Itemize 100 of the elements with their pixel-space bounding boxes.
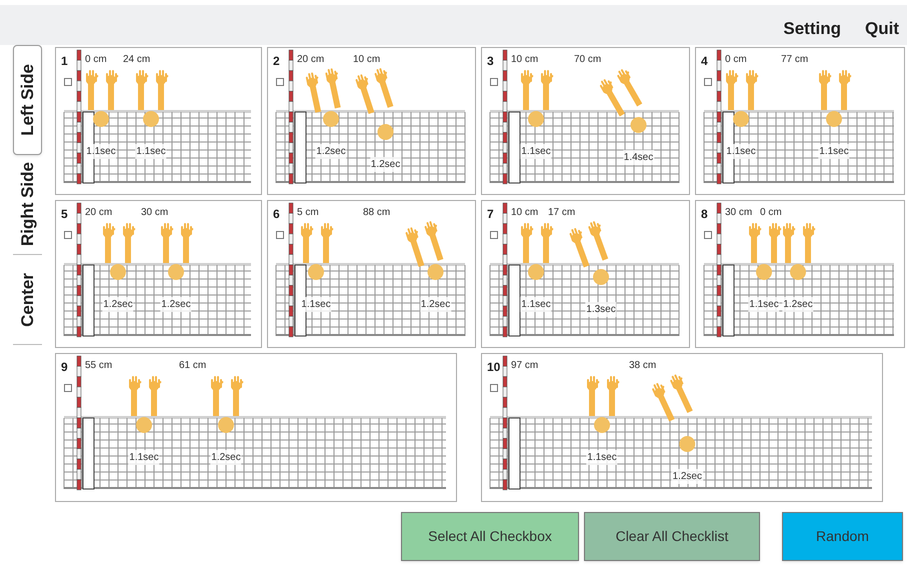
panel-number: 10 bbox=[487, 359, 500, 376]
checkbox[interactable] bbox=[490, 384, 498, 392]
action-button[interactable]: Clear All Checklist bbox=[584, 512, 760, 561]
checkbox[interactable] bbox=[64, 78, 72, 86]
distance-label: 55 cm bbox=[85, 359, 112, 373]
checkbox[interactable] bbox=[704, 78, 712, 86]
time-label: 1.2sec bbox=[160, 297, 192, 312]
ball bbox=[733, 111, 749, 127]
raised-hands-drawing bbox=[521, 223, 554, 263]
raised-hands-drawing bbox=[819, 70, 852, 110]
time-label: 1.1sec bbox=[818, 144, 850, 159]
distance-label: 70 cm bbox=[574, 53, 602, 67]
raised-hands-drawing bbox=[211, 376, 244, 416]
menu-button[interactable]: Quit bbox=[865, 16, 899, 41]
ball bbox=[826, 111, 842, 127]
ball bbox=[594, 417, 610, 433]
panel-number: 1 bbox=[61, 53, 68, 70]
raised-hands-drawing bbox=[783, 223, 816, 263]
distance-label: 77 cm bbox=[781, 53, 808, 67]
panel-number: 2 bbox=[273, 53, 280, 70]
ball bbox=[378, 124, 394, 140]
distance-label: 30 cm bbox=[725, 206, 752, 220]
ball bbox=[168, 264, 184, 280]
raised-hands-drawing bbox=[161, 223, 194, 263]
distance-label: 10 cm bbox=[353, 53, 380, 67]
side-tab[interactable]: Right Side bbox=[13, 155, 42, 255]
distance-label: 17 cm bbox=[548, 206, 576, 220]
time-label: 1.2sec bbox=[315, 144, 347, 159]
time-label: 1.4sec bbox=[622, 150, 654, 165]
distance-label: 0 cm bbox=[725, 53, 747, 67]
time-label: 1.1sec bbox=[128, 450, 160, 465]
side-tab[interactable]: Left Side bbox=[13, 45, 42, 155]
panel-number: 3 bbox=[487, 53, 494, 70]
ball bbox=[756, 264, 772, 280]
raised-hands-drawing bbox=[103, 223, 136, 263]
time-label: 1.1sec bbox=[748, 297, 780, 312]
ball bbox=[528, 111, 544, 127]
raised-hands-drawing bbox=[521, 70, 554, 110]
distance-label: 20 cm bbox=[297, 53, 324, 67]
time-label: 1.1sec bbox=[300, 297, 332, 312]
checkbox[interactable] bbox=[276, 78, 284, 86]
raised-hands-drawing bbox=[129, 376, 162, 416]
ball bbox=[528, 264, 544, 280]
time-label: 1.2sec bbox=[102, 297, 134, 312]
time-label: 1.1sec bbox=[586, 450, 618, 465]
raised-hands-drawing bbox=[136, 70, 169, 110]
panel-number: 5 bbox=[61, 206, 68, 223]
time-label: 1.2sec bbox=[672, 469, 703, 484]
ball bbox=[218, 417, 234, 433]
distance-label: 97 cm bbox=[511, 359, 538, 373]
checkbox[interactable] bbox=[490, 231, 498, 239]
raised-hands-drawing bbox=[652, 374, 693, 422]
distance-label: 38 cm bbox=[629, 359, 656, 373]
raised-hands-drawing bbox=[355, 68, 394, 114]
raised-hands-drawing bbox=[301, 223, 334, 263]
ball bbox=[630, 117, 646, 133]
time-label: 1.2sec bbox=[370, 157, 402, 172]
action-button[interactable]: Select All Checkbox bbox=[401, 512, 579, 561]
distance-label: 24 cm bbox=[123, 53, 150, 67]
distance-label: 61 cm bbox=[179, 359, 206, 373]
raised-hands-drawing bbox=[569, 220, 608, 268]
time-label: 1.2sec bbox=[782, 297, 814, 312]
raised-hands-drawing bbox=[405, 220, 444, 268]
raised-hands-drawing bbox=[726, 70, 759, 110]
time-label: 1.2sec bbox=[420, 297, 452, 312]
checkbox[interactable] bbox=[64, 231, 72, 239]
time-label: 1.2sec bbox=[210, 450, 242, 465]
ball bbox=[93, 111, 109, 127]
checkbox[interactable] bbox=[64, 384, 72, 392]
panel-number: 7 bbox=[487, 206, 494, 223]
menu-button[interactable]: Setting bbox=[783, 16, 841, 41]
time-label: 1.1sec bbox=[135, 144, 167, 159]
distance-label: 20 cm bbox=[85, 206, 112, 220]
ball bbox=[679, 436, 696, 452]
time-label: 1.1sec bbox=[85, 144, 117, 159]
raised-hands-drawing bbox=[86, 70, 119, 110]
ball bbox=[790, 264, 806, 280]
ball bbox=[593, 269, 609, 285]
time-label: 1.1sec bbox=[520, 144, 552, 159]
distance-label: 10 cm bbox=[511, 206, 538, 220]
ball bbox=[136, 417, 152, 433]
raised-hands-drawing bbox=[306, 68, 341, 113]
panel-number: 6 bbox=[273, 206, 280, 223]
raised-hands-drawing bbox=[587, 376, 620, 416]
distance-label: 30 cm bbox=[141, 206, 168, 220]
time-label: 1.1sec bbox=[725, 144, 757, 159]
time-label: 1.3sec bbox=[585, 302, 617, 317]
side-tab[interactable]: Center bbox=[13, 255, 42, 345]
distance-label: 10 cm bbox=[511, 53, 538, 67]
distance-label: 0 cm bbox=[760, 206, 782, 220]
action-button[interactable]: Random bbox=[782, 512, 903, 561]
distance-label: 5 cm bbox=[297, 206, 319, 220]
ball bbox=[110, 264, 126, 280]
panel-number: 4 bbox=[701, 53, 708, 70]
checkbox[interactable] bbox=[704, 231, 712, 239]
panel-number: 9 bbox=[61, 359, 68, 376]
checkbox[interactable] bbox=[490, 78, 498, 86]
checkbox[interactable] bbox=[276, 231, 284, 239]
time-label: 1.1sec bbox=[520, 297, 552, 312]
ball bbox=[428, 264, 444, 280]
